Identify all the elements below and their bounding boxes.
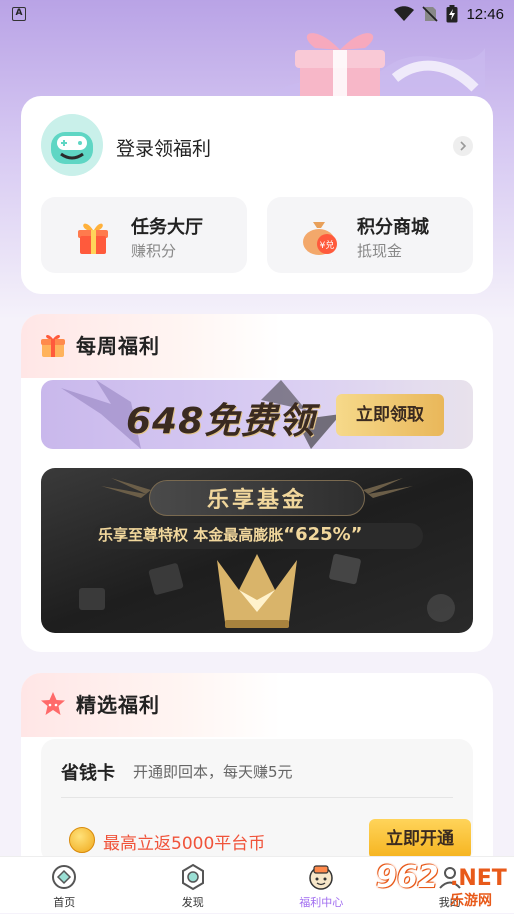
weekly-welfare-card: 每周福利 648免费领 立即领取 乐享基金 乐享至尊特权 本金最高膨胀“625%… <box>21 314 493 652</box>
tile-subtitle: 赚积分 <box>131 240 176 261</box>
points-mall-tile[interactable]: ¥兑 积分商城 抵现金 <box>267 197 473 273</box>
tile-subtitle: 抵现金 <box>357 240 402 261</box>
section-title: 每周福利 <box>76 330 160 359</box>
fund-subtitle: 乐享至尊特权 本金最高膨胀“625%” <box>98 524 363 545</box>
fund-title: 乐享基金 <box>149 482 365 514</box>
section-header: 精选福利 <box>21 673 281 737</box>
battery-icon <box>446 5 458 23</box>
coin-icon <box>69 827 95 853</box>
gift-icon <box>39 331 67 359</box>
section-title: 精选福利 <box>76 689 160 718</box>
selected-welfare-card: 精选福利 省钱卡 开通即回本，每天赚5元 最高立返5000平台币 立即开通 <box>21 673 493 863</box>
gift-box-icon <box>73 216 113 256</box>
tab-home[interactable]: 首页 <box>0 857 129 914</box>
home-icon <box>50 863 78 891</box>
savings-card-desc: 开通即回本，每天赚5元 <box>133 761 293 782</box>
avatar[interactable] <box>41 114 103 176</box>
banner-648-text: 648免费领 <box>126 392 315 444</box>
leisure-fund-banner[interactable]: 乐享基金 乐享至尊特权 本金最高膨胀“625%” <box>41 468 473 633</box>
user-card: 登录领福利 任务大厅 赚积分 ¥兑 积分商城 抵现金 <box>21 96 493 294</box>
tab-label: 福利中心 <box>257 894 386 910</box>
crown-icon <box>209 550 305 630</box>
gamepad-robot-icon <box>41 114 103 176</box>
chevron-right-icon[interactable] <box>453 136 473 156</box>
no-sim-icon <box>422 6 438 22</box>
svg-text:¥兑: ¥兑 <box>320 239 335 251</box>
savings-card-title: 省钱卡 <box>61 759 115 785</box>
wifi-icon <box>394 6 414 22</box>
status-bar: A 12:46 <box>0 0 514 30</box>
clock: 12:46 <box>466 6 504 23</box>
login-text[interactable]: 登录领福利 <box>116 134 211 161</box>
welfare-icon <box>307 863 335 891</box>
tile-title: 积分商城 <box>357 213 429 239</box>
tab-label: 发现 <box>129 894 258 910</box>
site-watermark-logo: 962 .NET 乐游网 <box>372 858 514 913</box>
money-bag-icon: ¥兑 <box>299 216 339 256</box>
tile-title: 任务大厅 <box>131 213 203 239</box>
app-indicator-icon: A <box>12 7 26 21</box>
reward-text: 最高立返5000平台币 <box>103 829 265 854</box>
tab-discover[interactable]: 发现 <box>129 857 258 914</box>
discover-icon <box>179 863 207 891</box>
section-header: 每周福利 <box>21 314 281 378</box>
activate-now-button[interactable]: 立即开通 <box>369 819 471 859</box>
free-648-banner[interactable]: 648免费领 立即领取 <box>41 380 473 449</box>
savings-card: 省钱卡 开通即回本，每天赚5元 最高立返5000平台币 立即开通 <box>41 739 473 863</box>
tab-welfare-center[interactable]: 福利中心 <box>257 857 386 914</box>
claim-now-button[interactable]: 立即领取 <box>336 394 444 436</box>
tab-label: 首页 <box>0 894 129 910</box>
divider <box>61 797 453 798</box>
star-icon <box>39 690 67 718</box>
task-hall-tile[interactable]: 任务大厅 赚积分 <box>41 197 247 273</box>
